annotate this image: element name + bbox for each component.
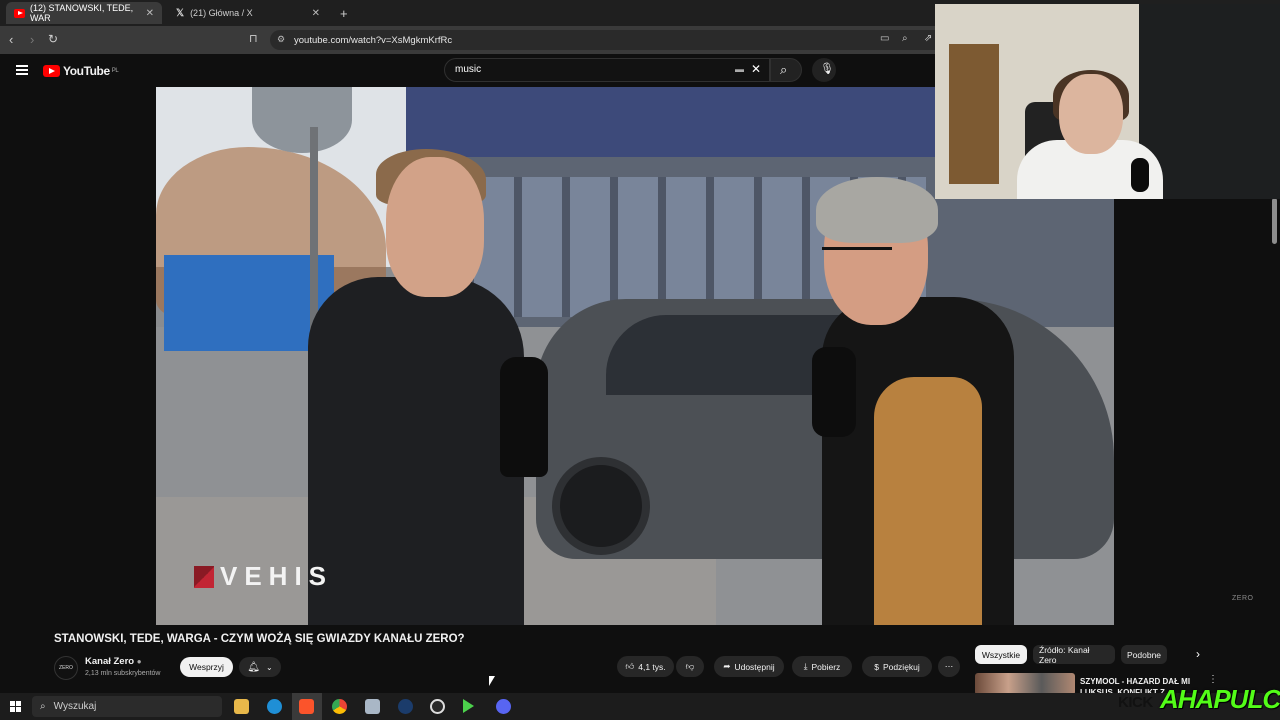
share-arrow-icon: ➦ (723, 661, 731, 671)
forward-icon[interactable]: › (30, 32, 34, 47)
files-icon[interactable] (365, 699, 380, 714)
brave-icon[interactable] (299, 699, 314, 714)
search-value: music (455, 64, 482, 75)
channel-name-text: Kanał Zero (85, 656, 135, 667)
site-info-icon[interactable]: ⚙ (277, 34, 285, 45)
tab-youtube[interactable]: (12) STANOWSKI, TEDE, WAR ✕ (6, 2, 162, 24)
channel-name[interactable]: Kanał Zero ● (85, 656, 142, 667)
video-scene-guest-hair (816, 177, 938, 243)
super-thanks-icon: $ (874, 661, 879, 672)
like-count: 4,1 tys. (638, 661, 666, 672)
subscriber-count: 2,13 mln subskrybentów (85, 670, 161, 677)
edge-icon[interactable] (267, 699, 282, 714)
thanks-button[interactable]: $ Podziękuj (862, 656, 932, 677)
support-button[interactable]: Wesprzyj (180, 657, 233, 677)
share-label: Udostępnij (734, 661, 775, 672)
video-scene-guest-microphone (812, 347, 856, 437)
sponsor-logo: VEHIS (194, 561, 333, 592)
recommended-thumbnail[interactable] (975, 673, 1075, 695)
url-field[interactable]: ⚙ youtube.com/watch?v=XsMgkmKrfRc ▭ ⌕ ⇗ (270, 30, 950, 50)
url-text: youtube.com/watch?v=XsMgkmKrfRc (294, 34, 453, 46)
download-icon: ⤓ (803, 661, 808, 671)
menu-icon[interactable] (16, 65, 28, 75)
dislike-button[interactable]: 👎︎ (676, 656, 704, 677)
clear-search-icon[interactable]: ✕ (751, 62, 761, 76)
youtube-play-icon (43, 65, 60, 77)
steam-icon[interactable] (398, 699, 413, 714)
more-actions-button[interactable]: ⋯ (938, 656, 960, 677)
bookmark-icon[interactable]: ⊓ (249, 32, 258, 45)
download-button[interactable]: ⤓ Pobierz (792, 656, 852, 677)
youtube-logo[interactable]: YouTube PL (43, 64, 119, 78)
taskbar-search-placeholder: Wyszukaj (53, 701, 97, 712)
webcam-streamer-head (1059, 74, 1123, 154)
obs-icon[interactable] (430, 699, 445, 714)
channel-avatar[interactable]: ZERO (54, 656, 78, 680)
cast-icon[interactable]: ▭ (880, 33, 889, 44)
new-tab-button[interactable]: + (332, 2, 352, 24)
more-icon: ⋯ (944, 661, 954, 671)
zoom-icon[interactable]: ⌕ (902, 33, 908, 44)
chip-all[interactable]: Wszystkie (975, 645, 1027, 664)
kick-channel-name: AHAPULCO (1160, 684, 1280, 714)
vehis-logo-icon (194, 565, 214, 588)
streamer-webcam (935, 4, 1280, 199)
play-icon[interactable] (463, 699, 478, 714)
chip-related[interactable]: Podobne (1121, 645, 1167, 664)
microphone-icon: 🎙 (820, 63, 834, 75)
page-scrollbar[interactable] (1272, 198, 1277, 244)
x-logo-icon: 𝕏 (176, 7, 185, 19)
back-icon[interactable]: ‹ (9, 32, 13, 47)
search-icon: ⌕ (40, 701, 46, 712)
mouse-cursor (489, 676, 495, 686)
channel-watermark[interactable]: ZERO (1232, 595, 1253, 602)
search-icon: ⌕ (780, 62, 788, 77)
video-scene-presenter-head (386, 157, 484, 297)
taskbar-search[interactable]: ⌕ Wyszukaj (32, 696, 222, 717)
windows-taskbar: ⌕ Wyszukaj (0, 693, 1280, 720)
youtube-logo-text: YouTube (63, 64, 110, 78)
tab-label: (21) Główna / X (190, 8, 253, 18)
search-button[interactable]: ⌕ (770, 58, 802, 82)
voice-search-button[interactable]: 🎙 (812, 58, 836, 82)
chrome-icon[interactable] (332, 699, 347, 714)
download-label: Pobierz (811, 661, 841, 672)
video-title: STANOWSKI, TEDE, WARGA - CZYM WOŻĄ SIĘ G… (54, 633, 465, 645)
region-label: PL (111, 68, 119, 74)
webcam-headset (1131, 158, 1149, 192)
notification-button[interactable]: 🔔︎ ⌄ (239, 657, 281, 677)
video-scene-guest-glasses (822, 247, 892, 257)
verified-icon: ● (136, 657, 142, 666)
tab-x[interactable]: 𝕏 (21) Główna / X ✕ (168, 2, 328, 24)
youtube-icon (14, 8, 25, 18)
thumbs-up-icon: 👍︎ (625, 661, 635, 671)
chip-source-channel[interactable]: Źródło: Kanał Zero (1033, 645, 1115, 665)
reload-icon[interactable]: ↻ (48, 32, 58, 46)
video-scene-guest-sleeve (874, 377, 982, 625)
close-icon[interactable]: ✕ (146, 8, 154, 19)
discord-icon[interactable] (496, 699, 511, 714)
bell-icon: 🔔︎ (247, 661, 260, 673)
windows-start-icon[interactable] (10, 701, 21, 712)
share-button[interactable]: ➦ Udostępnij (714, 656, 784, 677)
chip-next-icon[interactable]: › (1196, 647, 1200, 661)
video-scene-wheel (552, 457, 650, 555)
sponsor-logo-text: VEHIS (220, 561, 334, 591)
search-input[interactable]: music ▬ ✕ (444, 58, 770, 82)
webcam-door (949, 44, 999, 184)
video-scene-microphone (500, 357, 548, 477)
thanks-label: Podziękuj (882, 661, 920, 672)
kick-logo: KICK (1118, 694, 1153, 711)
chevron-down-icon: ⌄ (266, 662, 273, 672)
keyboard-icon[interactable]: ▬ (735, 64, 744, 74)
like-button[interactable]: 👍︎ 4,1 tys. (617, 656, 674, 677)
tab-label: (12) STANOWSKI, TEDE, WAR (29, 3, 134, 23)
video-scene-sign (252, 87, 352, 153)
share-icon[interactable]: ⇗ (924, 33, 932, 44)
video-scene-presenter (308, 277, 524, 625)
close-icon[interactable]: ✕ (312, 8, 320, 19)
thumbs-down-icon: 👎︎ (685, 661, 695, 671)
file-explorer-icon[interactable] (234, 699, 249, 714)
